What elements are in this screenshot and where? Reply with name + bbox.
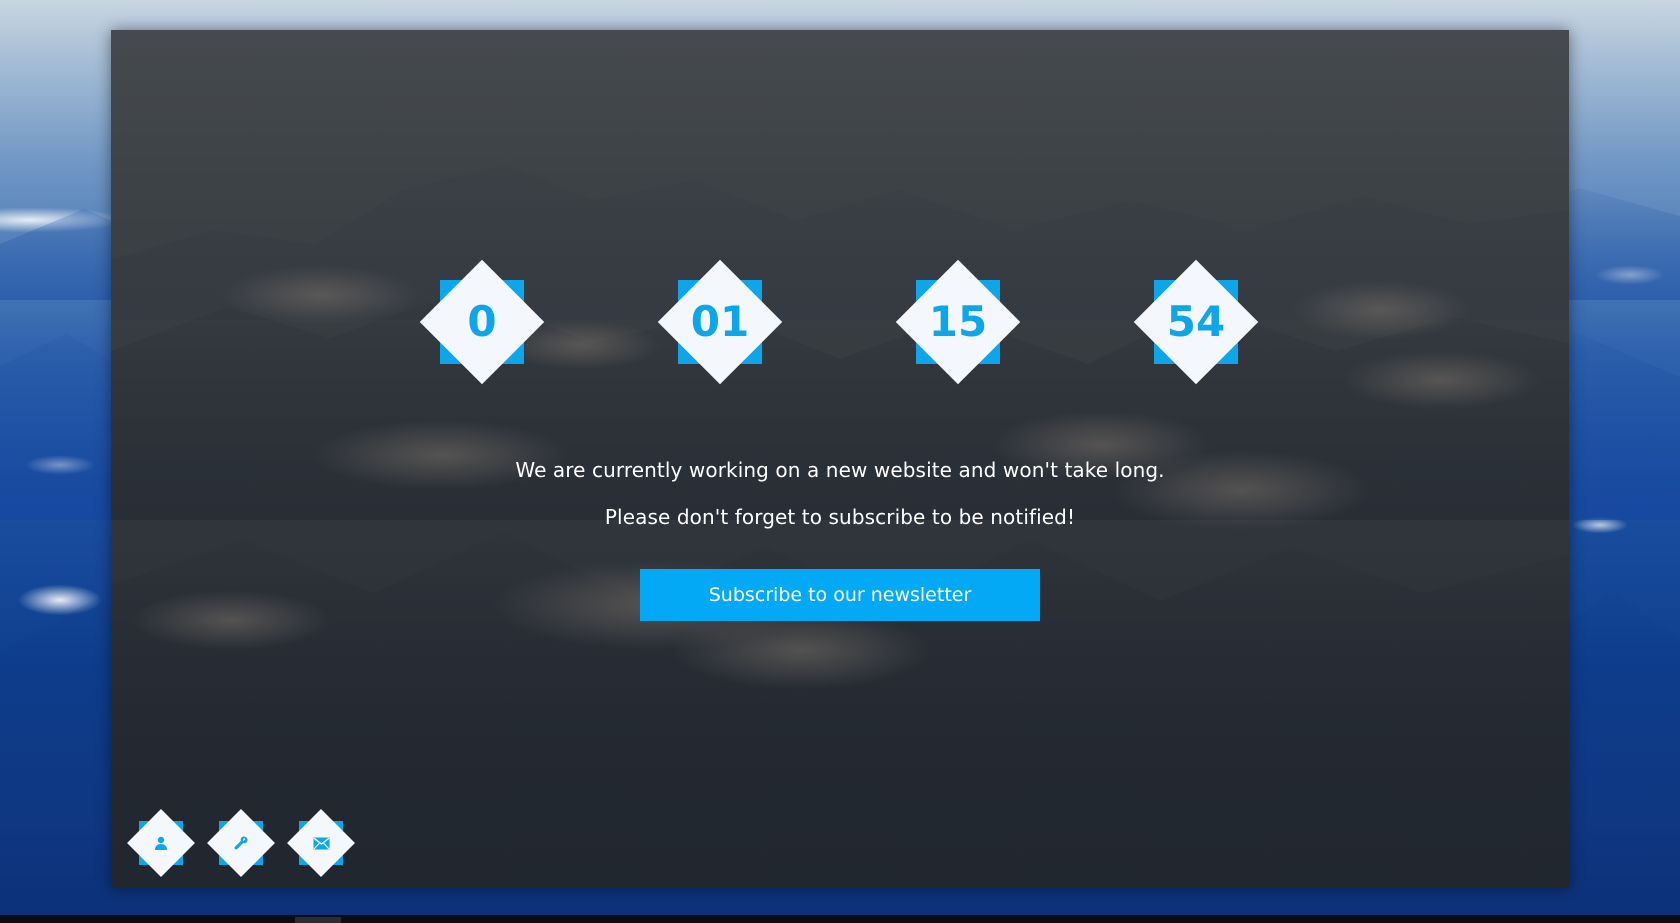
social-links [125,807,365,879]
countdown-hours: 01 [656,258,784,386]
coming-soon-panel: 0 01 15 54 We are currently working on a… [111,30,1569,888]
profile-link[interactable] [125,807,197,879]
cloud [671,610,931,690]
wrench-icon [205,807,277,879]
cloud [131,590,331,650]
mail-icon [285,807,357,879]
subscribe-reminder: Please don't forget to subscribe to be n… [604,505,1076,529]
countdown-days: 0 [418,258,546,386]
scroll-handle[interactable] [295,917,341,923]
countdown: 0 01 15 54 [111,258,1569,386]
tools-link[interactable] [205,807,277,879]
user-icon [125,807,197,879]
contact-link[interactable] [285,807,357,879]
countdown-value: 15 [928,297,988,346]
countdown-seconds: 54 [1132,258,1260,386]
taskbar-strip [0,915,1680,923]
subscribe-newsletter-button[interactable]: Subscribe to our newsletter [640,569,1040,621]
countdown-value: 01 [690,297,750,346]
intro-message: We are currently working on a new websit… [515,458,1165,482]
countdown-value: 0 [467,297,497,346]
countdown-value: 54 [1166,297,1226,346]
countdown-minutes: 15 [894,258,1022,386]
